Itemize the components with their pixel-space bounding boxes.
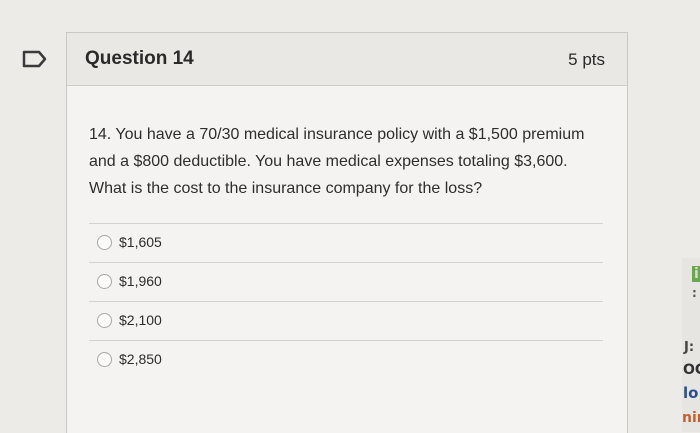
edge-fragment: lo xyxy=(683,384,699,402)
edge-fragment: : xyxy=(692,286,697,300)
edge-fragment: i xyxy=(692,266,700,282)
edge-fragment: OC xyxy=(683,362,700,378)
question-card: Question 14 5 pts 14. You have a 70/30 m… xyxy=(66,32,628,433)
question-title: Question 14 xyxy=(85,48,194,69)
flag-question-icon[interactable] xyxy=(22,50,48,68)
edge-fragment: nir xyxy=(682,410,700,426)
right-edge-fragments: i : J: OC lo nir xyxy=(682,258,700,432)
answer-list: $1,605 $1,960 $2,100 $2,850 xyxy=(89,223,603,379)
answer-label: $2,850 xyxy=(119,351,162,367)
answer-option-2[interactable]: $1,960 xyxy=(89,263,603,301)
question-header: Question 14 5 pts xyxy=(67,33,627,86)
question-points: 5 pts xyxy=(568,50,605,69)
answer-option-1[interactable]: $1,605 xyxy=(89,224,603,262)
radio-button[interactable] xyxy=(97,313,112,328)
answer-label: $1,960 xyxy=(119,273,162,289)
answer-option-4[interactable]: $2,850 xyxy=(89,341,603,379)
radio-button[interactable] xyxy=(97,274,112,289)
answer-label: $2,100 xyxy=(119,312,162,328)
radio-button[interactable] xyxy=(97,235,112,250)
edge-fragment: J: xyxy=(684,340,695,355)
radio-button[interactable] xyxy=(97,352,112,367)
answer-label: $1,605 xyxy=(119,234,162,250)
answer-option-3[interactable]: $2,100 xyxy=(89,302,603,340)
question-text: 14. You have a 70/30 medical insurance p… xyxy=(89,126,585,197)
